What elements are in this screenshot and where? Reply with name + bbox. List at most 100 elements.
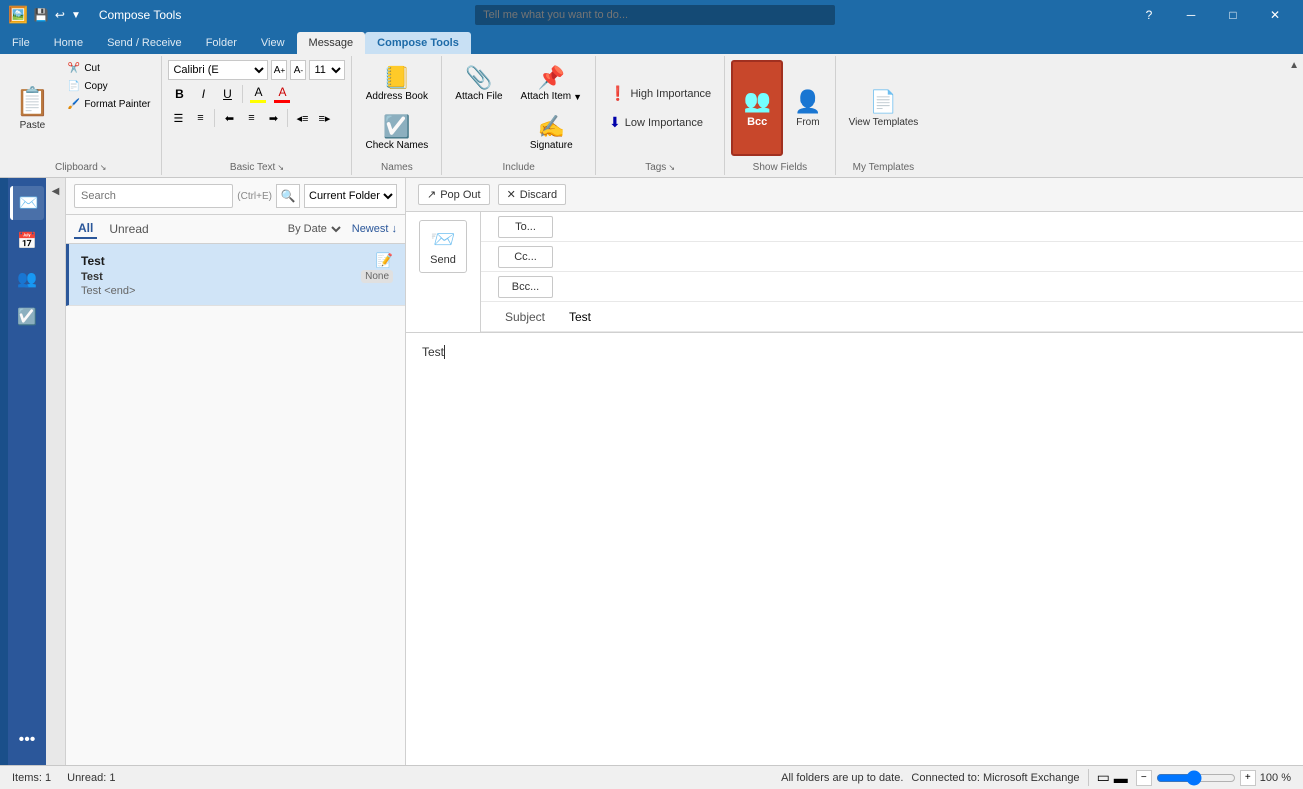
align-left-button[interactable]: ⬅: [219, 108, 239, 128]
increase-indent-button[interactable]: ≡▸: [314, 108, 334, 128]
tags-group-footer: Tags ↘: [596, 160, 724, 175]
names-buttons: 📒 Address Book ☑️ Check Names: [358, 60, 435, 156]
signature-button[interactable]: ✍️ Signature: [514, 109, 590, 156]
nav-toggle[interactable]: ◀: [46, 178, 66, 765]
low-importance-button[interactable]: ⬇ Low Importance: [602, 110, 718, 135]
address-book-button[interactable]: 📒 Address Book: [358, 60, 435, 107]
sidebar-mail-icon[interactable]: ✉️: [10, 186, 44, 220]
bcc-button[interactable]: 👥 Bcc: [731, 60, 783, 156]
tab-send-receive[interactable]: Send / Receive: [95, 32, 194, 54]
discard-button[interactable]: ✕ Discard: [498, 184, 567, 205]
filter-unread-tab[interactable]: Unread: [105, 220, 152, 238]
tab-message[interactable]: Message: [297, 32, 366, 54]
zoom-out-button[interactable]: −: [1136, 770, 1152, 786]
view-templates-button[interactable]: 📄 View Templates: [842, 60, 926, 156]
my-templates-group-footer: My Templates: [836, 160, 932, 175]
normal-view-button[interactable]: ▭: [1097, 769, 1110, 786]
from-button[interactable]: 👤 From: [787, 60, 828, 156]
font-name-select[interactable]: Calibri (E: [168, 60, 268, 80]
cut-button[interactable]: ✂️ Cut: [63, 60, 156, 77]
main-content: ✉️ 📅 👥 ☑️ ••• ◀ (Ctrl+E) 🔍 Current Folde…: [0, 178, 1303, 765]
signature-icon: ✍️: [538, 114, 565, 140]
global-search-input[interactable]: [475, 5, 835, 25]
align-center-button[interactable]: ≡: [241, 108, 261, 128]
zoom-slider[interactable]: [1156, 770, 1236, 786]
sort-by-select[interactable]: By Date: [284, 222, 344, 236]
folder-search-button[interactable]: 🔍: [276, 184, 300, 208]
subject-input[interactable]: [561, 303, 1303, 331]
tab-compose-tools[interactable]: Compose Tools: [365, 32, 471, 54]
quick-access-undo[interactable]: ↩: [55, 8, 65, 22]
format-painter-button[interactable]: 🖌️ Format Painter: [63, 96, 156, 113]
app-icon: 🖼️: [8, 5, 28, 25]
attach-item-button[interactable]: 📌 Attach Item ▼: [514, 60, 590, 107]
font-size-increase-btn[interactable]: A+: [271, 60, 287, 80]
sort-direction-label[interactable]: Newest ↓: [352, 223, 397, 235]
low-importance-icon: ⬇: [609, 114, 621, 131]
clipboard-expand-icon[interactable]: ↘: [100, 163, 107, 172]
to-input[interactable]: [561, 213, 1303, 241]
cc-button[interactable]: Cc...: [498, 246, 553, 268]
tags-expand-icon[interactable]: ↘: [668, 163, 675, 172]
filter-all-tab[interactable]: All: [74, 219, 97, 239]
close-button[interactable]: ✕: [1255, 5, 1295, 25]
bullets-button[interactable]: ☰: [168, 108, 188, 128]
subject-field-row: Subject: [481, 302, 1303, 332]
tab-folder[interactable]: Folder: [194, 32, 249, 54]
to-button[interactable]: To...: [498, 216, 553, 238]
font-size-decrease-btn[interactable]: A-: [290, 60, 306, 80]
decrease-indent-button[interactable]: ◂≡: [292, 108, 312, 128]
reading-view-button[interactable]: ▬: [1114, 770, 1128, 786]
clipboard-small-buttons: ✂️ Cut 📄 Copy 🖌️ Format Painter: [63, 60, 156, 156]
mail-item[interactable]: Test 📝 Test None Test <end>: [66, 244, 405, 306]
italic-button[interactable]: I: [192, 83, 214, 105]
ribbon-collapse[interactable]: ▲: [1285, 56, 1303, 175]
bcc-field-button[interactable]: Bcc...: [498, 276, 553, 298]
cc-input[interactable]: [561, 243, 1303, 271]
zoom-in-button[interactable]: +: [1240, 770, 1256, 786]
compose-body[interactable]: Test: [406, 333, 1303, 765]
basic-text-group-body: Calibri (E A+ A- 11 B I U A: [162, 56, 351, 160]
paste-button[interactable]: 📋 Paste: [6, 60, 59, 156]
folder-search-input[interactable]: [74, 184, 233, 208]
attach-file-button[interactable]: 📎 Attach File: [448, 60, 509, 107]
include-group-body: 📎 Attach File 📌 Attach Item ▼ ✍️ Signatu…: [442, 56, 595, 160]
check-names-button[interactable]: ☑️ Check Names: [358, 109, 435, 156]
bcc-field-row: Bcc...: [481, 272, 1303, 302]
sidebar-people-icon[interactable]: 👥: [10, 262, 44, 296]
underline-button[interactable]: U: [216, 83, 238, 105]
names-group-footer: Names: [352, 160, 441, 175]
send-button[interactable]: 📨 Send: [419, 220, 467, 273]
pop-out-button[interactable]: ↗ Pop Out: [418, 184, 490, 205]
font-size-select[interactable]: 11: [309, 60, 345, 80]
font-color-button[interactable]: A: [271, 83, 293, 105]
align-right-button[interactable]: ➡: [263, 108, 283, 128]
tab-file[interactable]: File: [0, 32, 42, 54]
tab-view[interactable]: View: [249, 32, 297, 54]
quick-access-dropdown[interactable]: ▼: [71, 10, 81, 21]
search-shortcut-label: (Ctrl+E): [237, 191, 272, 202]
bold-button[interactable]: B: [168, 83, 190, 105]
compose-form-container: 📨 Send To... Cc...: [406, 212, 1303, 333]
restore-button[interactable]: □: [1213, 5, 1253, 25]
high-importance-button[interactable]: ❗ High Importance: [602, 81, 718, 106]
ribbon-collapse-icon[interactable]: ▲: [1289, 60, 1299, 71]
names-group-body: 📒 Address Book ☑️ Check Names: [352, 56, 441, 160]
sidebar-more-icon[interactable]: •••: [10, 723, 44, 757]
attach-item-dropdown-icon[interactable]: ▼: [573, 92, 582, 102]
folder-search: (Ctrl+E) 🔍 Current Folder: [66, 178, 405, 215]
minimize-button[interactable]: ─: [1171, 5, 1211, 25]
basic-text-expand-icon[interactable]: ↘: [277, 163, 284, 172]
current-folder-select[interactable]: Current Folder: [304, 184, 397, 208]
help-button[interactable]: ?: [1129, 5, 1169, 25]
font-row: Calibri (E A+ A- 11: [168, 60, 345, 80]
sidebar-tasks-icon[interactable]: ☑️: [10, 300, 44, 334]
sidebar-calendar-icon[interactable]: 📅: [10, 224, 44, 258]
bcc-input[interactable]: [561, 273, 1303, 301]
mail-item-header: Test 📝: [81, 252, 393, 269]
tab-home[interactable]: Home: [42, 32, 95, 54]
copy-button[interactable]: 📄 Copy: [63, 78, 156, 95]
numbering-button[interactable]: ≡: [190, 108, 210, 128]
quick-access-save[interactable]: 💾: [34, 8, 49, 22]
highlight-color-button[interactable]: A: [247, 83, 269, 105]
